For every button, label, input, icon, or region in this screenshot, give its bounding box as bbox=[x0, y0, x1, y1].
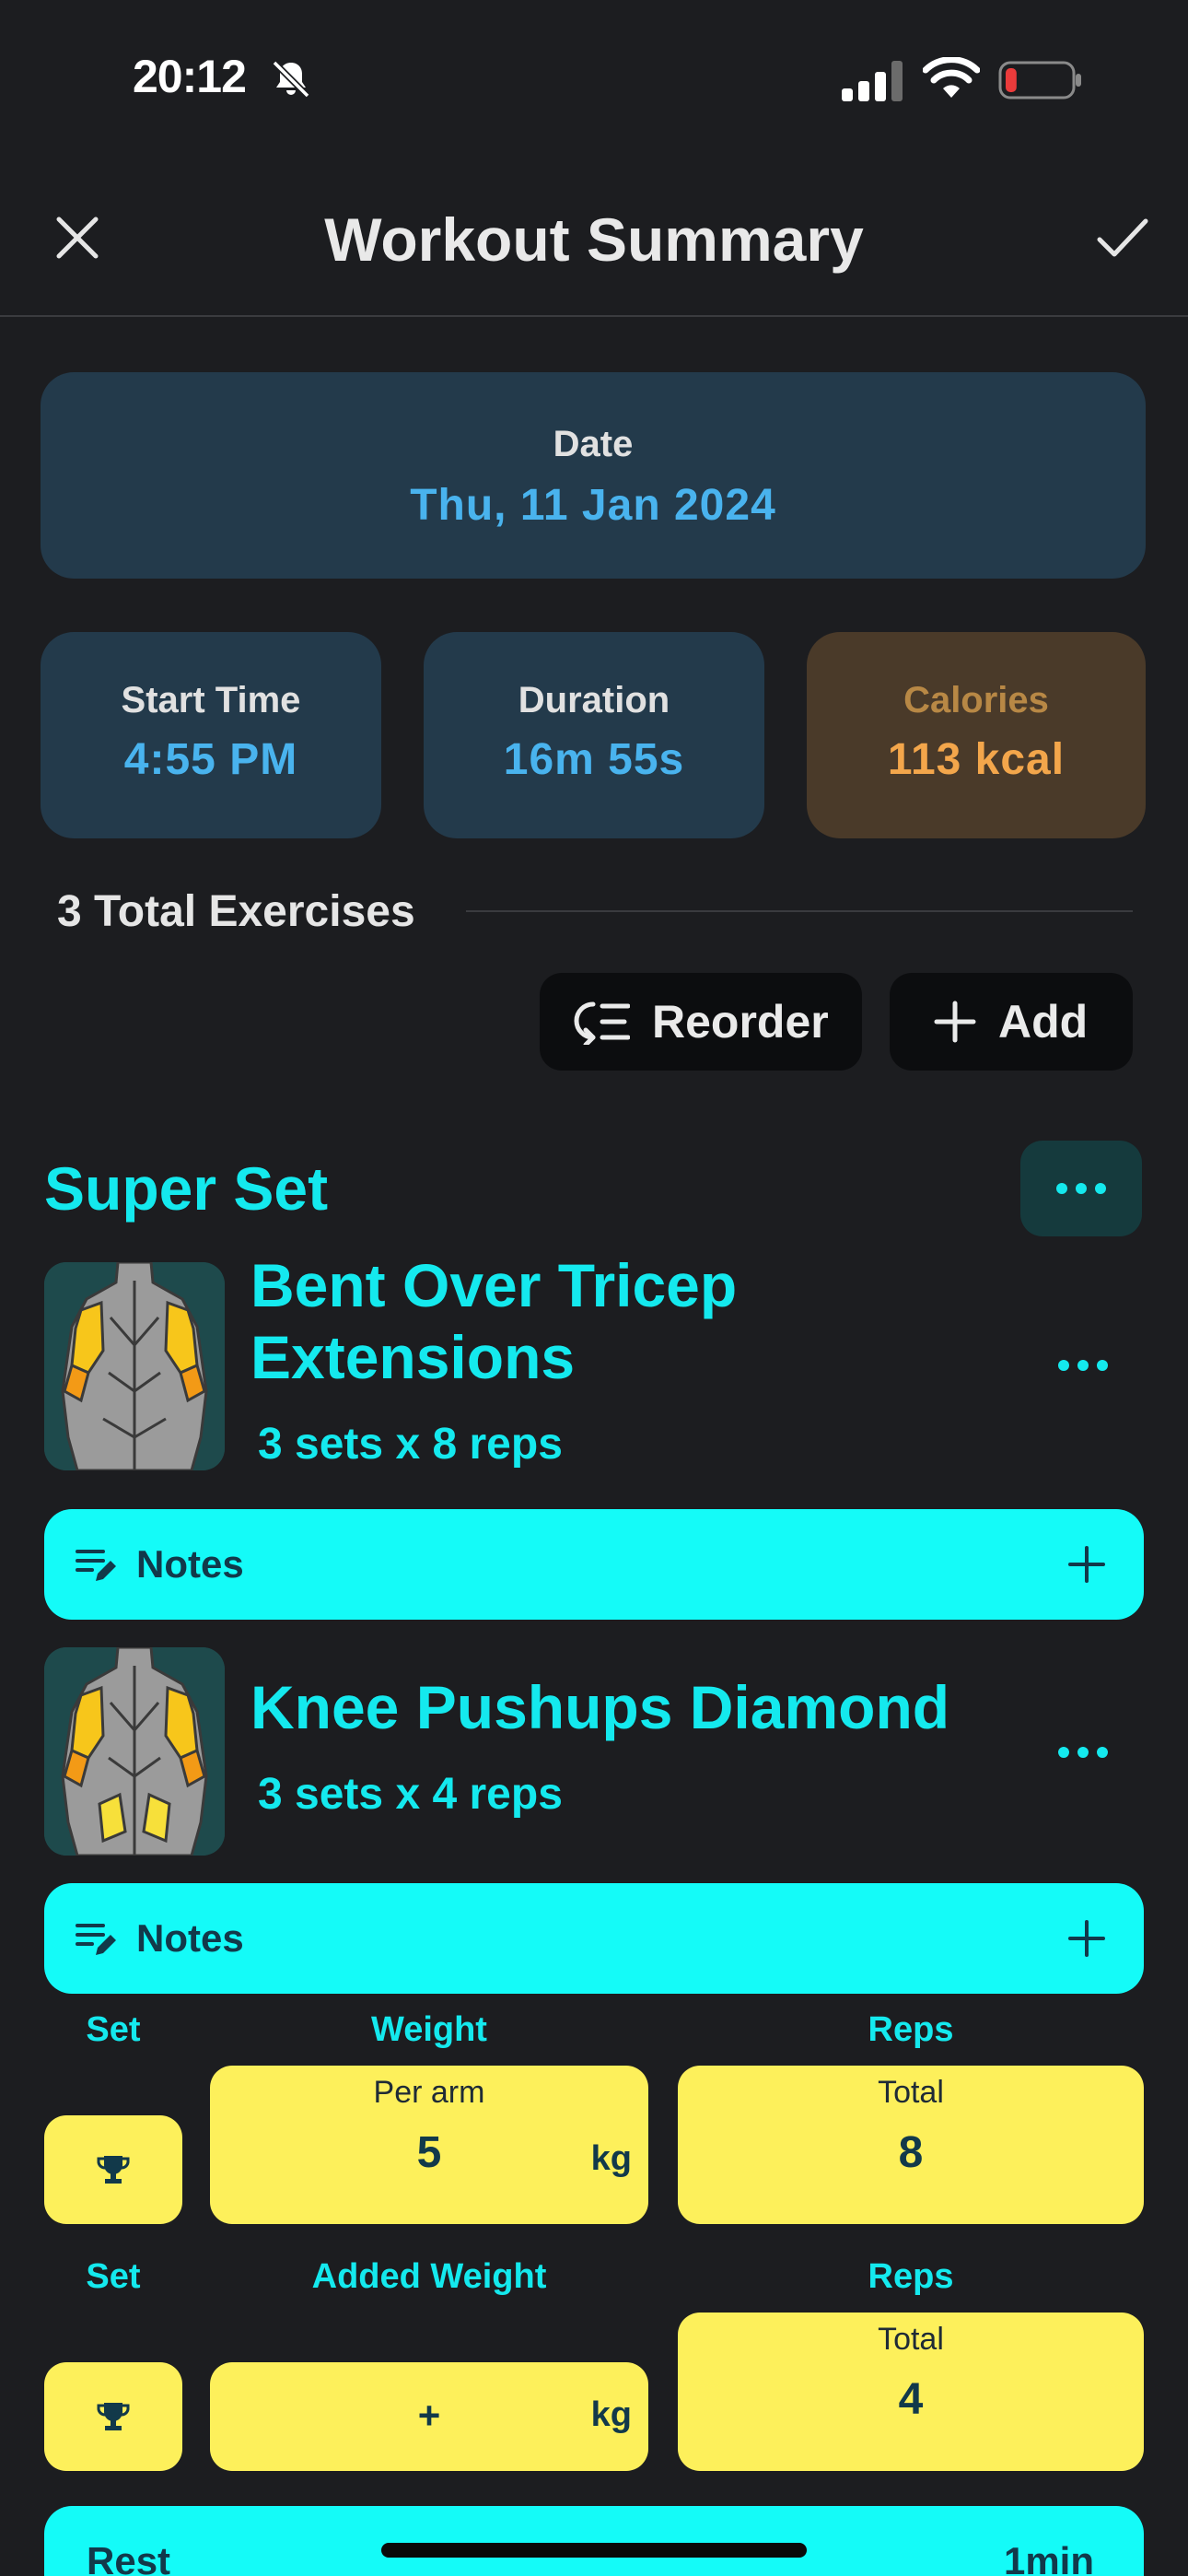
reps-value[interactable]: 8 bbox=[678, 2127, 1144, 2178]
more-icon bbox=[1056, 1183, 1106, 1194]
trophy-icon bbox=[97, 2403, 130, 2430]
duration-card[interactable]: Duration 16m 55s bbox=[424, 632, 764, 838]
calories-value: 113 kcal bbox=[887, 735, 1066, 784]
reorder-icon bbox=[574, 1001, 630, 1045]
status-time: 20:12 bbox=[133, 51, 247, 102]
muscle-diagram-front-icon bbox=[44, 1647, 225, 1856]
added-weight-value[interactable]: + bbox=[210, 2394, 648, 2438]
rest-timer-bar[interactable]: Rest 1min bbox=[44, 2506, 1144, 2576]
set-column-header: Set bbox=[86, 2257, 141, 2296]
superset-title: Super Set bbox=[44, 1154, 329, 1223]
page-title: Workout Summary bbox=[324, 205, 864, 274]
rest-label: Rest bbox=[87, 2539, 171, 2576]
reps-input[interactable]: Total 8 bbox=[678, 2066, 1144, 2224]
calories-label: Calories bbox=[903, 680, 1049, 720]
added-weight-column-header: Added Weight bbox=[311, 2257, 547, 2296]
add-exercise-button[interactable]: Add bbox=[890, 973, 1133, 1071]
reps-sublabel: Total bbox=[878, 2322, 944, 2357]
weight-unit: kg bbox=[590, 2395, 632, 2434]
weight-value[interactable]: 5 bbox=[210, 2127, 648, 2178]
calories-card[interactable]: Calories 113 kcal bbox=[807, 632, 1146, 838]
exercise-more-button[interactable] bbox=[1048, 1354, 1118, 1376]
reps-input[interactable]: Total 4 bbox=[678, 2313, 1144, 2471]
check-icon[interactable] bbox=[1096, 216, 1149, 262]
plus-icon[interactable] bbox=[1066, 1544, 1107, 1585]
exercise-name[interactable]: Bent Over Tricep Extensions bbox=[250, 1249, 950, 1393]
set-number-button[interactable] bbox=[44, 2362, 182, 2471]
exercise-summary: 3 sets x 4 reps bbox=[258, 1770, 563, 1819]
more-icon bbox=[1058, 1360, 1108, 1371]
reps-value[interactable]: 4 bbox=[678, 2374, 1144, 2425]
notes-label: Notes bbox=[136, 1542, 244, 1586]
notes-bar[interactable]: Notes bbox=[44, 1883, 1144, 1994]
home-indicator[interactable] bbox=[381, 2543, 807, 2558]
date-value: Thu, 11 Jan 2024 bbox=[410, 481, 776, 530]
exercise-summary: 3 sets x 8 reps bbox=[258, 1420, 563, 1469]
start-time-label: Start Time bbox=[121, 680, 301, 720]
muscle-diagram-back-icon bbox=[44, 1262, 225, 1470]
add-label: Add bbox=[998, 996, 1089, 1048]
reps-sublabel: Total bbox=[878, 2075, 944, 2110]
reps-column-header: Reps bbox=[868, 2257, 954, 2296]
superset-more-button[interactable] bbox=[1020, 1141, 1142, 1236]
weight-sublabel: Per arm bbox=[373, 2075, 485, 2110]
plus-icon[interactable] bbox=[1066, 1918, 1107, 1959]
reorder-button[interactable]: Reorder bbox=[540, 973, 862, 1071]
total-exercises-label: 3 Total Exercises bbox=[57, 887, 415, 936]
start-time-value: 4:55 PM bbox=[123, 735, 298, 784]
notes-bar[interactable]: Notes bbox=[44, 1509, 1144, 1620]
weight-input[interactable]: Per arm 5 kg bbox=[210, 2066, 648, 2224]
notes-edit-icon bbox=[76, 1550, 116, 1581]
added-weight-input[interactable]: + kg bbox=[210, 2362, 648, 2471]
header-divider bbox=[0, 315, 1188, 317]
battery-icon bbox=[998, 61, 1081, 100]
date-card[interactable]: Date Thu, 11 Jan 2024 bbox=[41, 372, 1146, 579]
more-icon bbox=[1058, 1747, 1108, 1758]
exercise-name[interactable]: Knee Pushups Diamond bbox=[250, 1671, 1006, 1743]
signal-icon bbox=[842, 61, 903, 101]
start-time-card[interactable]: Start Time 4:55 PM bbox=[41, 632, 381, 838]
set-column-header: Set bbox=[86, 2010, 141, 2049]
rest-value: 1min bbox=[1003, 2539, 1094, 2576]
set-number-button[interactable] bbox=[44, 2115, 182, 2224]
duration-value: 16m 55s bbox=[503, 735, 685, 784]
exercise-thumbnail[interactable] bbox=[44, 1647, 225, 1856]
notes-edit-icon bbox=[76, 1924, 116, 1955]
plus-icon bbox=[934, 1001, 976, 1043]
weight-column-header: Weight bbox=[371, 2010, 487, 2049]
wifi-icon bbox=[923, 57, 980, 98]
bell-muted-icon bbox=[272, 60, 310, 99]
reorder-label: Reorder bbox=[652, 996, 829, 1048]
notes-label: Notes bbox=[136, 1916, 244, 1960]
date-label: Date bbox=[553, 424, 634, 464]
duration-label: Duration bbox=[518, 680, 670, 720]
exercise-more-button[interactable] bbox=[1048, 1741, 1118, 1763]
exercise-thumbnail[interactable] bbox=[44, 1262, 225, 1470]
reps-column-header: Reps bbox=[868, 2010, 954, 2049]
trophy-icon bbox=[97, 2156, 130, 2184]
section-divider bbox=[466, 910, 1133, 912]
weight-unit: kg bbox=[590, 2139, 632, 2178]
